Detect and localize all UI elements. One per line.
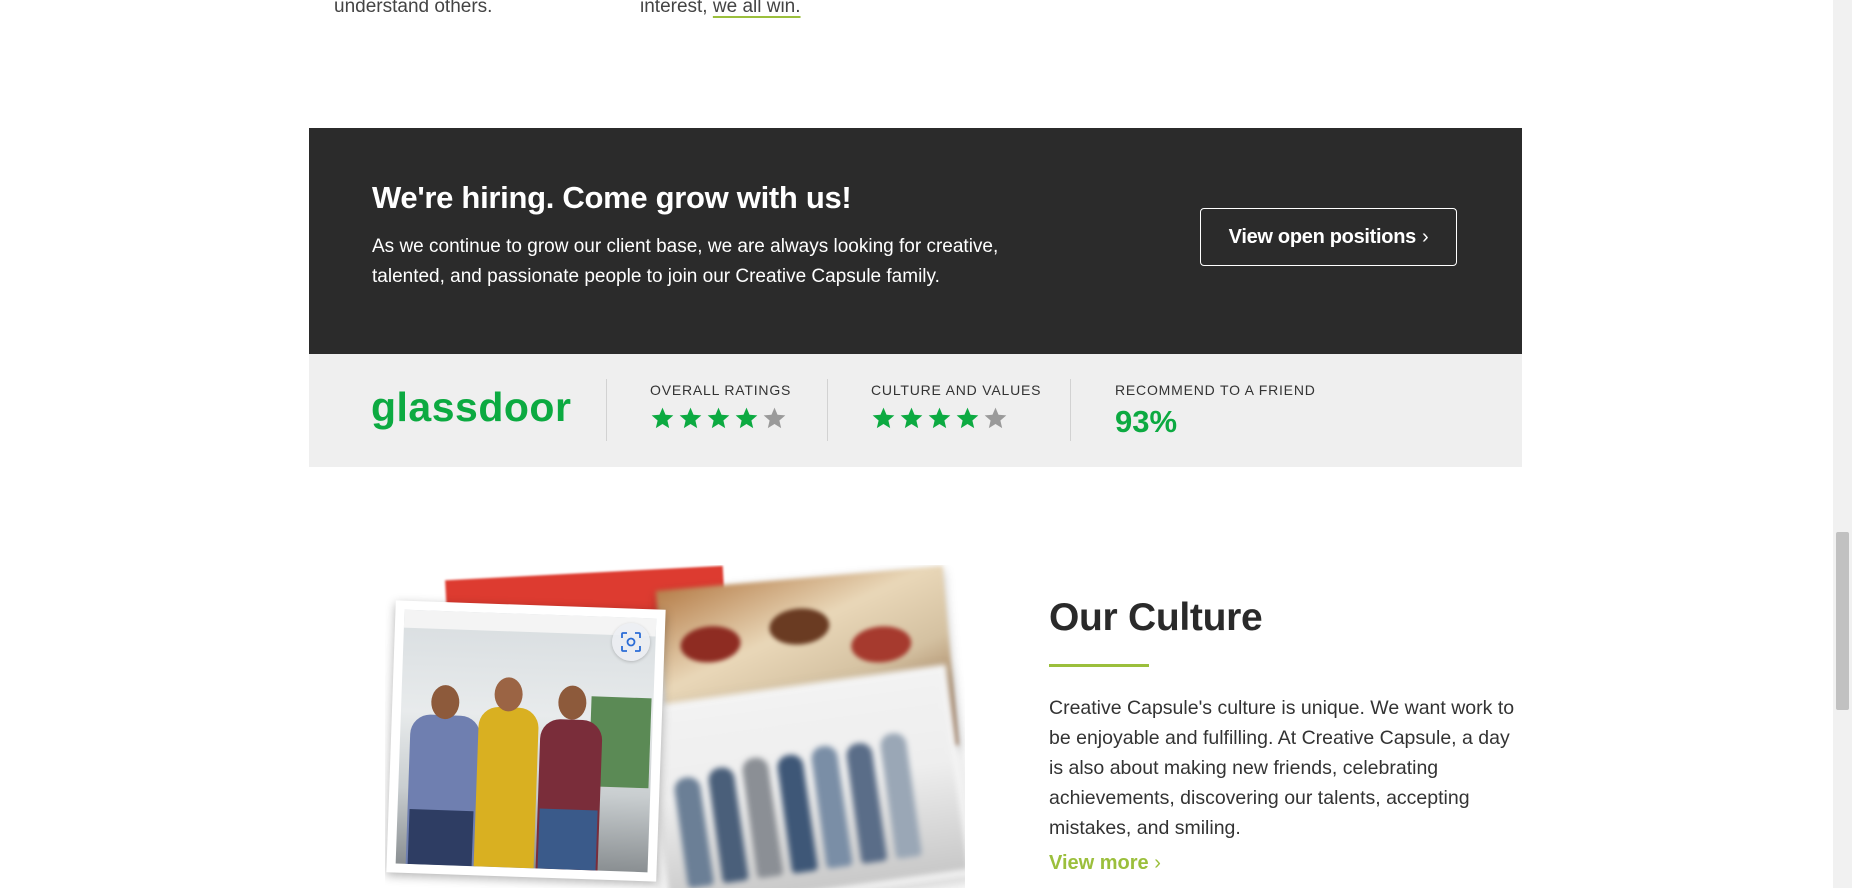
culture-values-label: CULTURE AND VALUES	[871, 382, 1042, 398]
recommend-friend-value: 93%	[1115, 404, 1178, 439]
hiring-description: As we continue to grow our client base, …	[372, 236, 999, 287]
values-text-right: interest, we all win.	[640, 0, 801, 18]
overall-ratings-label: OVERALL RATINGS	[650, 382, 792, 398]
page: understand others. interest, we all win.…	[0, 0, 1852, 888]
lens-icon[interactable]	[612, 623, 650, 661]
chevron-right-icon: ›	[1421, 225, 1429, 248]
glassdoor-logo[interactable]: glassdoor	[371, 384, 571, 431]
view-open-positions-button[interactable]: View open positions ›	[1200, 208, 1457, 266]
view-more-link[interactable]: View more ›	[1049, 852, 1161, 875]
star-filled-icon	[651, 407, 674, 429]
chevron-right-icon: ›	[1154, 852, 1161, 874]
star-filled-icon	[900, 407, 923, 429]
divider	[1070, 379, 1071, 441]
star-empty-icon	[984, 407, 1007, 429]
culture-values-rating: CULTURE AND VALUES	[871, 382, 1041, 431]
title-underline	[1049, 664, 1149, 667]
star-filled-icon	[707, 407, 730, 429]
hiring-title: We're hiring. Come grow with us!	[372, 180, 852, 215]
values-text-left: understand others.	[334, 0, 493, 17]
star-filled-icon	[872, 407, 895, 429]
view-more-label: View more	[1049, 852, 1149, 874]
glassdoor-ratings-strip: glassdoor OVERALL RATINGS CULTURE AND VA…	[309, 354, 1522, 467]
values-text-prefix: interest,	[640, 0, 713, 17]
star-filled-icon	[956, 407, 979, 429]
view-open-positions-label: View open positions	[1228, 225, 1417, 248]
culture-photo-collage	[385, 565, 965, 888]
divider	[827, 379, 828, 441]
hiring-banner: We're hiring. Come grow with us! As we c…	[309, 128, 1522, 354]
star-filled-icon	[679, 407, 702, 429]
we-all-win-link[interactable]: we all win.	[713, 0, 801, 17]
culture-title: Our Culture	[1049, 596, 1263, 639]
star-filled-icon	[735, 407, 758, 429]
overall-ratings-stars	[650, 406, 791, 431]
scrollbar-track[interactable]	[1833, 0, 1852, 888]
recommend-friend: RECOMMEND TO A FRIEND 93%	[1115, 382, 1316, 440]
culture-description: Creative Capsule's culture is unique. We…	[1049, 697, 1515, 839]
culture-values-stars	[871, 406, 1041, 431]
divider	[606, 379, 607, 441]
overall-ratings: OVERALL RATINGS	[650, 382, 791, 431]
star-empty-icon	[763, 407, 786, 429]
star-filled-icon	[928, 407, 951, 429]
scrollbar-thumb[interactable]	[1836, 532, 1849, 710]
recommend-friend-label: RECOMMEND TO A FRIEND	[1115, 382, 1316, 398]
